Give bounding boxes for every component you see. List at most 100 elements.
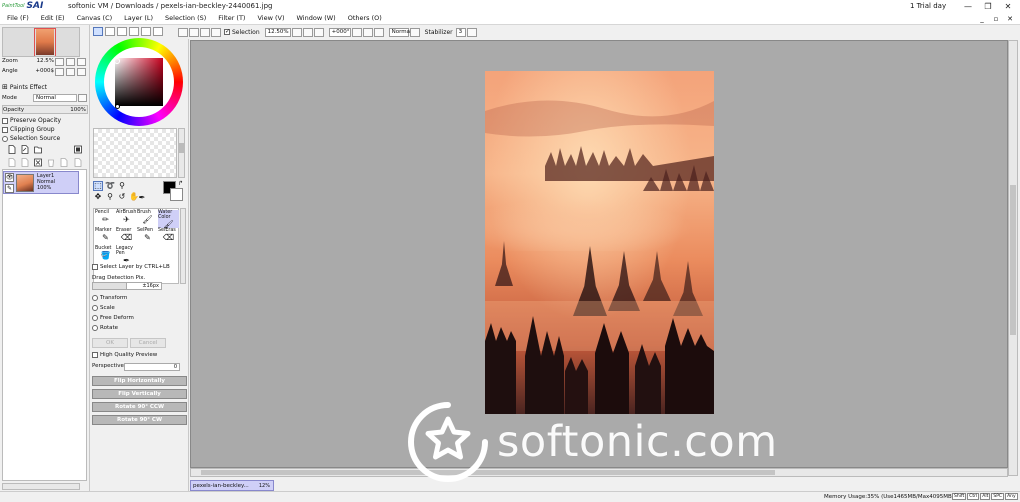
layer-item[interactable]: 👁 ✎ Layer1 Normal 100% — [3, 171, 79, 194]
zoom-out-icon[interactable] — [291, 27, 302, 37]
rotate-right-button[interactable] — [66, 68, 75, 76]
document-tab[interactable]: pexels-ian-beckley... 12% — [190, 480, 274, 491]
key-shift[interactable]: Shift — [952, 493, 967, 500]
menu-view[interactable]: View (V) — [251, 14, 290, 22]
brush-legacy-pen[interactable]: Legacy Pen ✒ — [116, 246, 137, 265]
navigator-preview[interactable] — [2, 27, 80, 57]
rgb-slider-tab-icon[interactable] — [105, 27, 115, 36]
stabilizer-field[interactable]: 3 — [455, 27, 466, 37]
mode-dropdown-icon[interactable] — [78, 94, 87, 102]
transfer-down-icon[interactable] — [8, 158, 16, 167]
swap-colors-icon[interactable]: ↱ — [178, 180, 183, 187]
zoom-out-button[interactable] — [55, 58, 64, 66]
brush-grid-scrollbar[interactable] — [180, 208, 186, 284]
color-wheel[interactable] — [95, 38, 183, 126]
blend-mode-field[interactable]: Normal — [388, 27, 412, 37]
rotate-view-icon[interactable]: ↺ — [117, 192, 127, 202]
menu-filter[interactable]: Filter (T) — [212, 14, 251, 22]
canvas-image[interactable] — [485, 71, 714, 414]
canvas-vertical-scrollbar[interactable] — [1008, 40, 1018, 476]
brush-pencil[interactable]: Pencil ✏ — [95, 210, 116, 228]
secondary-color-swatch[interactable] — [170, 188, 183, 201]
brush-bucket[interactable]: Bucket 🪣 — [95, 246, 116, 264]
color-picker-marker[interactable] — [115, 104, 120, 109]
rotate-reset-button[interactable] — [77, 68, 86, 76]
brush-seleras[interactable]: SelEras ⌫ — [158, 228, 179, 246]
scratchpad-scrollbar[interactable] — [178, 128, 185, 178]
clear-layer-icon[interactable] — [34, 158, 42, 167]
zoom-in-icon[interactable] — [302, 27, 313, 37]
merge-visible-icon[interactable] — [60, 158, 68, 167]
rotate-radio[interactable]: Rotate — [92, 325, 118, 331]
angle-value[interactable]: +000$ — [35, 68, 54, 74]
magic-wand-icon[interactable]: ⚲ — [117, 181, 127, 191]
layer-mask-icon[interactable] — [74, 145, 82, 154]
select-layer-checkbox[interactable]: Select Layer by CTRL+LB — [92, 264, 170, 270]
menu-file[interactable]: File (F) — [0, 14, 35, 22]
move-icon[interactable]: ✥ — [93, 192, 103, 202]
rotate-cw-icon[interactable] — [362, 27, 373, 37]
flip-view-icon[interactable] — [409, 27, 420, 37]
menu-edit[interactable]: Edit (E) — [35, 14, 71, 22]
new-folder-icon[interactable] — [34, 145, 42, 154]
paints-effect-toggle[interactable]: ⊞ Paints Effect — [2, 83, 47, 91]
menu-others[interactable]: Others (O) — [342, 14, 388, 22]
brush-marker[interactable]: Marker ✎ — [95, 228, 116, 246]
merge-down-icon[interactable] — [21, 158, 29, 167]
selection-source-checkbox[interactable]: Selection Source — [2, 135, 60, 142]
doc-restore-button[interactable]: ▫ — [990, 12, 1002, 25]
key-alt[interactable]: Alt — [980, 493, 991, 500]
navigator-view-frame[interactable] — [34, 28, 56, 56]
selection-toggle-icon[interactable] — [200, 27, 210, 37]
hsv-slider-tab-icon[interactable] — [117, 27, 127, 36]
clipping-group-checkbox[interactable]: Clipping Group — [2, 126, 55, 133]
zoom-reset-button[interactable] — [77, 58, 86, 66]
invert-selection-icon[interactable] — [189, 27, 199, 37]
deselect-icon[interactable] — [178, 27, 188, 37]
scale-radio[interactable]: Scale — [92, 305, 115, 311]
layers-horizontal-scrollbar[interactable] — [2, 483, 80, 490]
eyedropper-icon[interactable]: ✒ — [137, 193, 147, 203]
rotate-left-button[interactable] — [55, 68, 64, 76]
high-quality-checkbox[interactable]: High Quality Preview — [92, 352, 157, 358]
new-layer-icon[interactable] — [8, 145, 16, 154]
key-any[interactable]: Any — [1005, 493, 1018, 500]
brush-brush[interactable]: Brush 🖌 — [137, 210, 158, 228]
opacity-slider[interactable]: Opacity 100% — [2, 105, 88, 114]
ok-button[interactable]: OK — [92, 338, 128, 348]
brush-watercolor[interactable]: Water Color 🖌 — [158, 210, 179, 229]
scratchpad[interactable] — [93, 128, 177, 178]
stabilizer-dropdown-icon[interactable] — [466, 27, 477, 37]
zoom-value[interactable]: 12.5% — [37, 58, 54, 64]
brush-airbrush[interactable]: AirBrush ✈ — [116, 210, 137, 228]
swatches-tab-icon[interactable] — [129, 27, 139, 36]
rotate-ccw-button[interactable]: Rotate 90° CCW — [92, 402, 187, 412]
selection-checkbox[interactable]: ✓ — [224, 28, 230, 35]
flatten-icon[interactable] — [74, 158, 82, 167]
color-wheel-tab-icon[interactable] — [93, 27, 103, 36]
angle-field[interactable]: +000° — [328, 27, 351, 37]
zoom-in-button[interactable] — [66, 58, 75, 66]
menu-layer[interactable]: Layer (L) — [118, 14, 159, 22]
brush-eraser[interactable]: Eraser ⌫ — [116, 228, 137, 246]
new-linework-layer-icon[interactable] — [21, 145, 29, 154]
brush-selpen[interactable]: SelPen ✎ — [137, 228, 158, 246]
minimize-button[interactable]: — — [958, 0, 978, 12]
perspective-input[interactable]: 0 — [124, 363, 180, 371]
free-deform-radio[interactable]: Free Deform — [92, 315, 134, 321]
preserve-opacity-checkbox[interactable]: Preserve Opacity — [2, 117, 61, 124]
rotate-reset-icon[interactable] — [373, 27, 384, 37]
close-button[interactable]: ✕ — [998, 0, 1018, 12]
menu-window[interactable]: Window (W) — [291, 14, 342, 22]
pen-lock-icon[interactable]: ✎ — [5, 184, 14, 193]
rotate-ccw-icon[interactable] — [351, 27, 362, 37]
flip-horizontally-button[interactable]: Flip Horizontally — [92, 376, 187, 386]
show-selection-icon[interactable] — [211, 27, 221, 37]
menu-canvas[interactable]: Canvas (C) — [71, 14, 119, 22]
drag-detection-value[interactable]: ±16px — [126, 282, 162, 290]
mode-select[interactable]: Normal — [33, 94, 77, 102]
user-color-tab-icon[interactable] — [141, 27, 151, 36]
cancel-button[interactable]: Cancel — [130, 338, 166, 348]
rect-select-icon[interactable]: ⬚ — [93, 181, 103, 191]
restore-button[interactable]: ❐ — [978, 0, 998, 12]
